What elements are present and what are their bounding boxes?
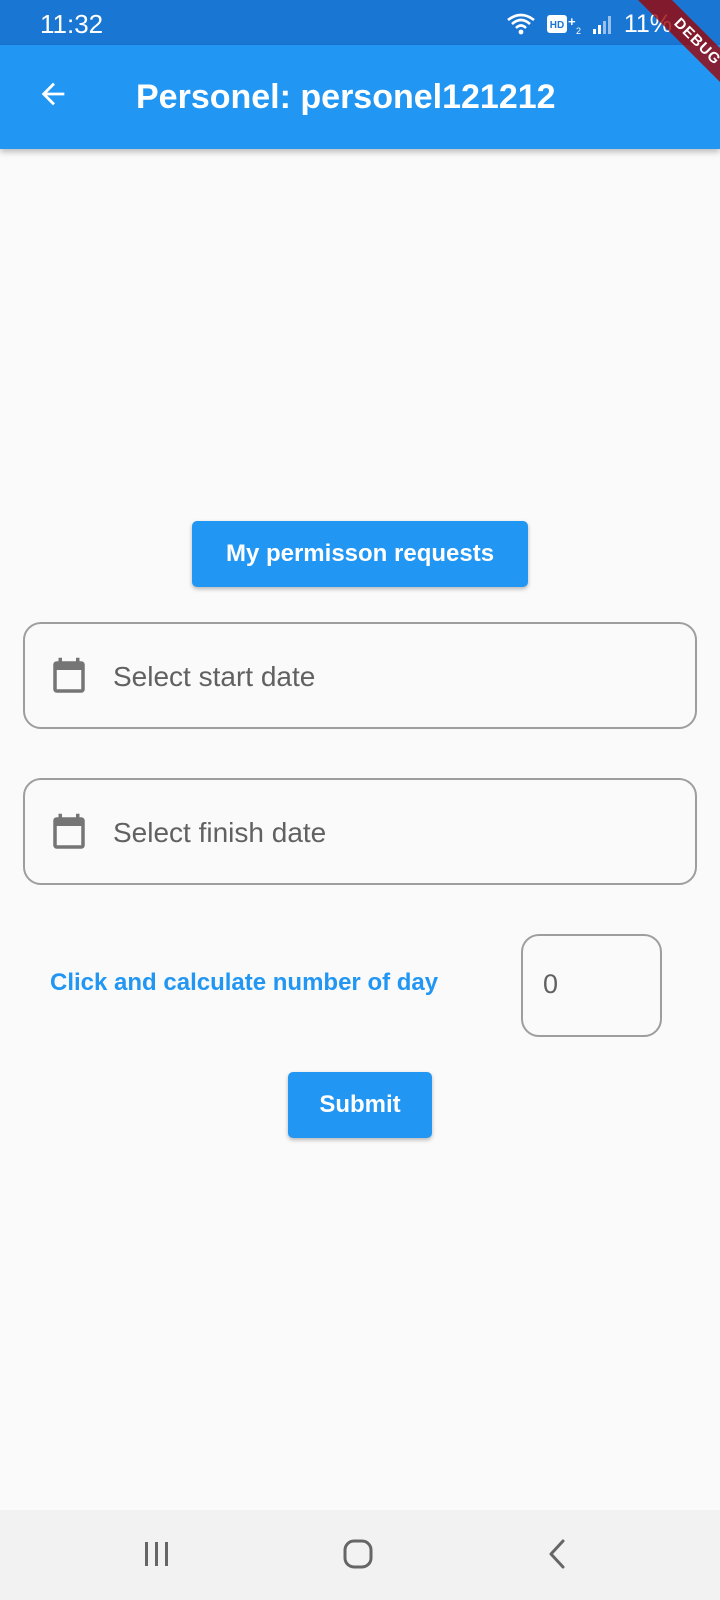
home-button[interactable] [332,1530,384,1582]
submit-button[interactable]: Submit [288,1072,432,1138]
calculate-days-link[interactable]: Click and calculate number of day [50,968,438,998]
recents-icon [140,1539,174,1574]
svg-text:HD: HD [550,20,564,31]
recent-apps-button[interactable] [131,1530,183,1582]
status-bar: 11:32 HD + 2 11% [0,0,720,45]
calendar-icon [48,812,90,854]
home-icon [341,1537,375,1576]
my-permission-requests-button[interactable]: My permisson requests [192,521,528,587]
day-count-field[interactable]: 0 [521,934,662,1037]
arrow-back-icon [36,77,70,116]
network-type-badge: HD + 2 [546,12,582,36]
calendar-icon [48,656,90,698]
finish-date-field[interactable]: Select finish date [23,778,697,885]
finish-date-placeholder: Select finish date [113,817,327,848]
system-nav-bar [0,1510,720,1600]
status-icons: HD + 2 11% [506,10,672,38]
svg-text:2: 2 [576,26,581,36]
app-bar: Personel: personel121212 [0,45,720,149]
signal-icon [592,12,614,36]
day-count-value: 0 [543,969,559,999]
start-date-field[interactable]: Select start date [23,622,697,729]
system-back-button[interactable] [532,1530,584,1582]
svg-text:+: + [568,14,576,29]
start-date-placeholder: Select start date [113,661,316,692]
wifi-icon [506,12,536,36]
page-title: Personel: personel121212 [136,78,556,116]
back-button[interactable] [27,70,79,122]
battery-percent: 11% [623,10,672,38]
chevron-left-icon [543,1537,573,1576]
status-time: 11:32 [40,9,104,39]
